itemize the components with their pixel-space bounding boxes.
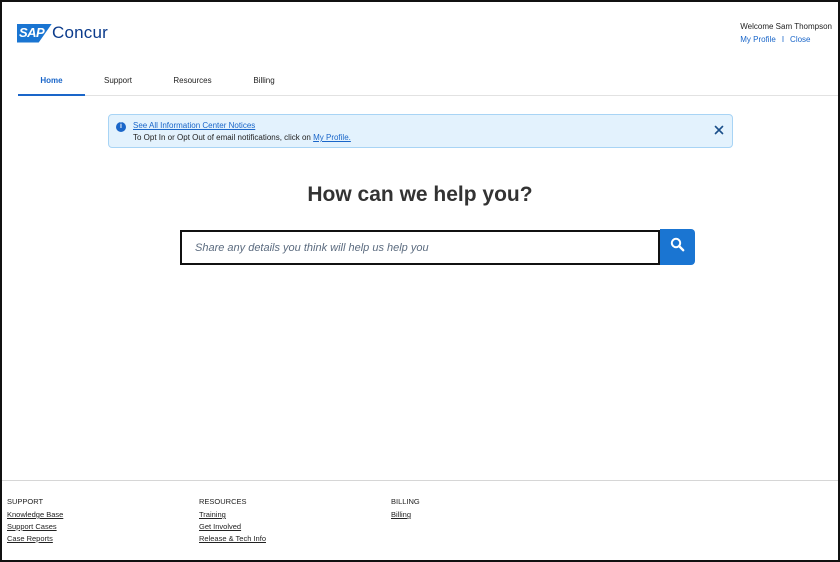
- footer-divider: [2, 480, 838, 481]
- footer-link-case-reports[interactable]: Case Reports: [7, 534, 63, 543]
- tab-home[interactable]: Home: [18, 66, 85, 96]
- footer-support-title: SUPPORT: [7, 497, 44, 506]
- notice-text: To Opt In or Opt Out of email notificati…: [133, 133, 351, 142]
- tab-resources[interactable]: Resources: [151, 66, 234, 96]
- footer-link-get-involved[interactable]: Get Involved: [199, 522, 266, 531]
- info-icon: i: [116, 122, 126, 132]
- footer-link-training[interactable]: Training: [199, 510, 266, 519]
- main-nav: Home Support Resources Billing: [18, 66, 838, 96]
- page-heading: How can we help you?: [307, 183, 533, 206]
- close-icon[interactable]: [714, 124, 724, 137]
- footer-link-knowledge-base[interactable]: Knowledge Base: [7, 510, 63, 519]
- search-button[interactable]: [660, 229, 695, 265]
- footer-support-column: SUPPORT Knowledge Base Support Cases Cas…: [7, 497, 63, 546]
- footer-link-billing[interactable]: Billing: [391, 510, 420, 519]
- notice-banner: i See All Information Center Notices To …: [108, 114, 733, 148]
- footer-billing-column: BILLING Billing: [391, 497, 420, 522]
- footer-link-support-cases[interactable]: Support Cases: [7, 522, 63, 531]
- user-area: Welcome Sam Thompson My Profile I Close: [740, 22, 832, 44]
- notice-my-profile-link[interactable]: My Profile.: [313, 133, 351, 142]
- logo-text: Concur: [52, 23, 109, 42]
- tab-support[interactable]: Support: [85, 66, 151, 96]
- sap-badge: SAP: [17, 23, 52, 43]
- welcome-text: Welcome Sam Thompson: [740, 22, 832, 31]
- close-link[interactable]: Close: [790, 35, 810, 44]
- footer-resources-title: RESOURCES: [199, 497, 247, 506]
- tab-billing[interactable]: Billing: [234, 66, 294, 96]
- search-input[interactable]: [180, 230, 660, 265]
- sap-badge-text: SAP: [19, 24, 45, 40]
- footer-billing-title: BILLING: [391, 497, 420, 506]
- link-separator: I: [781, 35, 785, 44]
- notices-link[interactable]: See All Information Center Notices: [133, 121, 255, 130]
- search-icon: [670, 237, 685, 257]
- my-profile-link[interactable]: My Profile: [740, 35, 776, 44]
- sap-concur-logo[interactable]: SAP Concur: [17, 23, 108, 43]
- footer-link-release-tech-info[interactable]: Release & Tech Info: [199, 534, 266, 543]
- user-links: My Profile I Close: [740, 35, 832, 44]
- footer-resources-column: RESOURCES Training Get Involved Release …: [199, 497, 266, 546]
- notice-message: To Opt In or Opt Out of email notificati…: [133, 133, 311, 142]
